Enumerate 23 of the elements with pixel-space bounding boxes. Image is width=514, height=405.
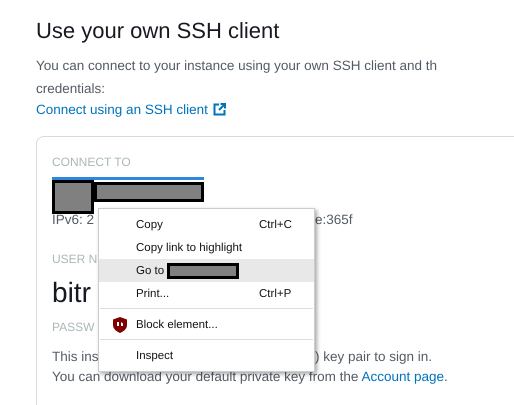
menu-item[interactable]: Go to xyxy=(99,259,314,282)
shield-icon xyxy=(112,316,126,332)
shortcut-text: Ctrl+P xyxy=(259,288,292,300)
shortcut-text: Ctrl+C xyxy=(259,218,293,230)
password-text: ) key pair to sign in. xyxy=(315,348,432,366)
menu-item[interactable]: Inspect xyxy=(99,344,314,367)
ssh-client-link[interactable]: Connect using an SSH client xyxy=(36,100,226,119)
connect-to-label: CONNECT TO xyxy=(52,154,131,171)
section-title: Use your own SSH client xyxy=(36,17,280,45)
ipv6-text: e:365f xyxy=(315,211,353,229)
intro-text: credentials: xyxy=(36,80,106,98)
intro-text: You can connect to your instance using your own SSH client and th xyxy=(36,57,438,75)
user-name-value: bitr xyxy=(52,276,91,310)
ipv6-text: IPv6: 2 xyxy=(52,211,94,229)
external-link-icon xyxy=(212,103,226,116)
menu-item[interactable]: Print... Ctrl+P xyxy=(99,282,314,305)
user-name-label: USER N xyxy=(52,251,98,268)
password-text: This ins xyxy=(52,348,99,366)
password-label: PASSW xyxy=(52,319,94,336)
account-page-link[interactable]: Account page xyxy=(361,369,444,384)
menu-item[interactable]: Copy Ctrl+C xyxy=(99,213,314,236)
menu-item[interactable]: Block element... xyxy=(99,313,314,336)
menu-item[interactable]: Copy link to highlight xyxy=(99,236,314,259)
